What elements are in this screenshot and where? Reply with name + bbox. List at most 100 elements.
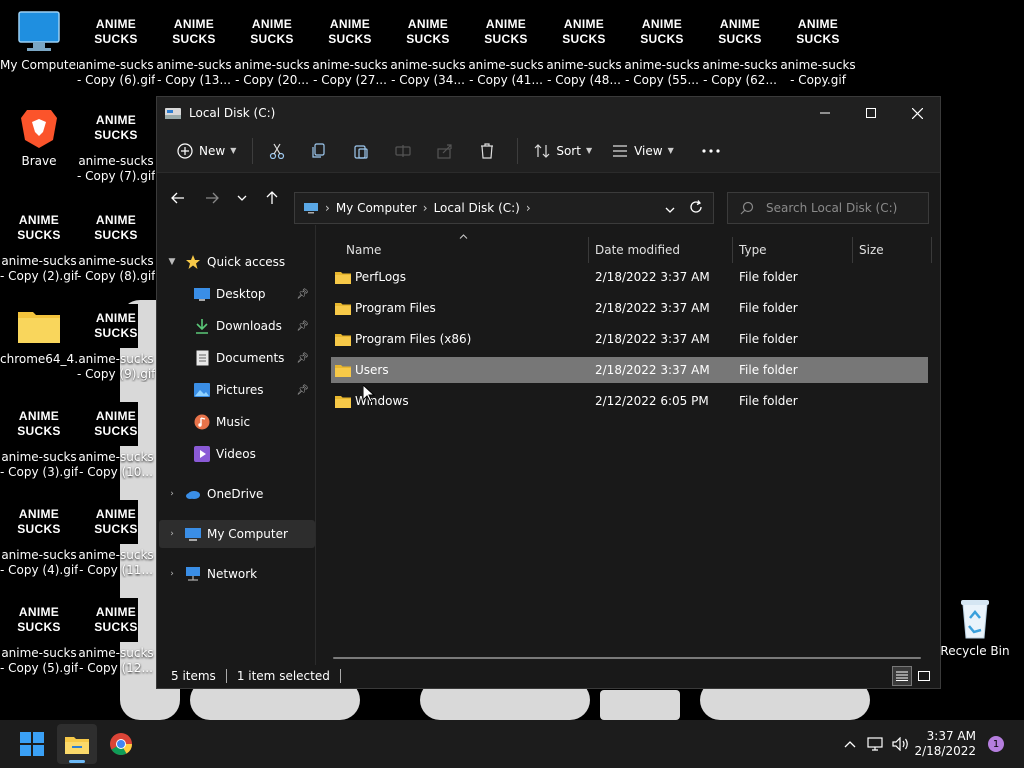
desktop-gif-file[interactable]: ANIME SUCKS anime-sucks - Copy (48... <box>545 10 623 88</box>
column-header-date[interactable]: Date modified <box>595 239 680 261</box>
desktop-gif-file[interactable]: ANIME SUCKS anime-sucks - Copy (4).gif <box>0 500 78 578</box>
desktop-icon-label: anime-sucks <box>78 154 154 168</box>
address-bar[interactable]: › My Computer › Local Disk (C:) › <box>294 192 714 224</box>
share-button[interactable] <box>427 135 469 167</box>
new-button[interactable]: New ▼ <box>167 135 246 167</box>
column-header-size[interactable]: Size <box>859 239 884 261</box>
desktop-gif-file[interactable]: ANIME SUCKS anime-sucks - Copy (13... <box>155 10 233 88</box>
nav-item-music[interactable]: Music <box>157 408 313 436</box>
anime-sucks-thumbnail-icon: ANIME SUCKS <box>94 106 138 150</box>
tiles-view-button[interactable] <box>914 666 934 686</box>
refresh-button[interactable] <box>689 200 703 217</box>
column-header-name[interactable]: Name <box>346 239 381 261</box>
pin-icon[interactable]: 📌︎ <box>296 385 309 396</box>
desktop-recycle-bin[interactable]: Recycle Bin <box>936 596 1014 659</box>
thumbnail-text: SUCKS <box>94 128 138 142</box>
clock[interactable]: 3:37 AM 2/18/2022 <box>914 729 976 759</box>
thumbnail-text: ANIME <box>95 605 137 619</box>
address-dropdown-button[interactable] <box>665 202 675 216</box>
copy-button[interactable] <box>301 135 343 167</box>
more-options-button[interactable] <box>692 135 736 167</box>
pin-icon[interactable]: 📌︎ <box>296 353 309 364</box>
desktop-brave[interactable]: Brave <box>0 106 78 169</box>
show-hidden-icons-button[interactable] <box>838 740 862 748</box>
nav-item-downloads[interactable]: Downloads 📌︎ <box>157 312 313 340</box>
refresh-icon <box>690 200 702 213</box>
nav-item-videos[interactable]: Videos <box>157 440 313 468</box>
breadcrumb-my-computer[interactable]: My Computer <box>336 201 417 215</box>
desktop-gif-file[interactable]: ANIME SUCKS anime-sucks - Copy (34... <box>389 10 467 88</box>
thumbnail-text: SUCKS <box>484 32 528 46</box>
taskbar-file-explorer[interactable] <box>57 724 97 764</box>
forward-button[interactable] <box>197 183 227 213</box>
file-date-modified: 2/12/2022 6:05 PM <box>595 394 709 408</box>
desktop-gif-file[interactable]: ANIME SUCKS anime-sucks - Copy (10... <box>77 402 155 480</box>
file-row-program-files-x86-[interactable]: Program Files (x86) 2/18/2022 3:37 AM File… <box>331 326 928 352</box>
arrow-up-icon <box>266 191 278 204</box>
horizontal-scrollbar[interactable] <box>333 657 921 659</box>
desktop-gif-file[interactable]: ANIME SUCKS anime-sucks - Copy (7).gif <box>77 106 155 184</box>
desktop-gif-file[interactable]: ANIME SUCKS anime-sucks - Copy (55... <box>623 10 701 88</box>
file-type: File folder <box>739 270 798 284</box>
sort-button[interactable]: Sort ▼ <box>524 135 602 167</box>
desktop-my-computer[interactable]: My Computer <box>0 10 78 73</box>
close-button[interactable] <box>894 97 940 129</box>
details-view-button[interactable] <box>892 666 912 686</box>
desktop-gif-file[interactable]: ANIME SUCKS anime-sucks - Copy (8).gif <box>77 206 155 284</box>
sort-button-label: Sort <box>556 143 581 158</box>
nav-item-documents[interactable]: Documents 📌︎ <box>157 344 313 372</box>
file-row-windows[interactable]: Windows 2/12/2022 6:05 PM File folder <box>331 388 928 414</box>
ellipsis-icon <box>702 148 720 153</box>
pin-icon[interactable]: 📌︎ <box>296 289 309 300</box>
view-button[interactable]: View ▼ <box>602 135 684 167</box>
title-bar[interactable]: Local Disk (C:) <box>157 97 940 129</box>
nav-my-computer[interactable]: › My Computer <box>159 520 315 548</box>
nav-item-desktop[interactable]: Desktop 📌︎ <box>157 280 313 308</box>
delete-button[interactable] <box>469 135 511 167</box>
desktop-gif-file[interactable]: ANIME SUCKS anime-sucks - Copy (3).gif <box>0 402 78 480</box>
anime-sucks-thumbnail-icon: ANIME SUCKS <box>796 10 840 54</box>
file-row-perflogs[interactable]: PerfLogs 2/18/2022 3:37 AM File folder <box>331 264 928 290</box>
nav-onedrive[interactable]: › OneDrive <box>157 480 313 508</box>
desktop-gif-file[interactable]: ANIME SUCKS anime-sucks - Copy (5).gif <box>0 598 78 676</box>
taskbar-chrome[interactable] <box>101 724 141 764</box>
desktop-gif-file[interactable]: ANIME SUCKS anime-sucks - Copy (6).gif <box>77 10 155 88</box>
search-input[interactable]: Search Local Disk (C:) <box>727 192 929 224</box>
nav-item-pictures[interactable]: Pictures 📌︎ <box>157 376 313 404</box>
cut-button[interactable] <box>259 135 301 167</box>
notification-badge[interactable]: 1 <box>988 736 1004 752</box>
file-date-modified: 2/18/2022 3:37 AM <box>595 270 710 284</box>
start-button[interactable] <box>12 724 52 764</box>
toolbar-separator <box>517 137 519 164</box>
desktop-gif-file[interactable]: ANIME SUCKS anime-sucks - Copy (9).gif <box>77 304 155 382</box>
pin-icon[interactable]: 📌︎ <box>296 321 309 332</box>
column-header-type[interactable]: Type <box>739 239 767 261</box>
thumbnail-text: SUCKS <box>94 228 138 242</box>
back-button[interactable] <box>163 183 193 213</box>
desktop-gif-file[interactable]: ANIME SUCKS anime-sucks - Copy (20... <box>233 10 311 88</box>
file-row-users[interactable]: Users 2/18/2022 3:37 AM File folder <box>331 357 928 383</box>
desktop-gif-file[interactable]: ANIME SUCKS anime-sucks - Copy (27... <box>311 10 389 88</box>
desktop-chrome-folder[interactable]: chrome64_4... <box>0 304 78 367</box>
paste-button[interactable] <box>343 135 385 167</box>
volume-button[interactable] <box>888 737 914 751</box>
rename-button[interactable] <box>385 135 427 167</box>
breadcrumb-local-disk[interactable]: Local Disk (C:) <box>434 201 520 215</box>
recent-locations-button[interactable] <box>227 183 257 213</box>
minimize-button[interactable] <box>802 97 848 129</box>
maximize-button[interactable] <box>848 97 894 129</box>
desktop-gif-file[interactable]: ANIME SUCKS anime-sucks - Copy (11... <box>77 500 155 578</box>
network-status-button[interactable] <box>862 737 888 751</box>
nav-quick-access[interactable]: ▼ Quick access <box>157 248 313 276</box>
desktop-gif-file[interactable]: ANIME SUCKS anime-sucks - Copy.gif <box>779 10 857 88</box>
desktop-gif-file[interactable]: ANIME SUCKS anime-sucks - Copy (2).gif <box>0 206 78 284</box>
up-button[interactable] <box>257 183 287 213</box>
anime-sucks-thumbnail-icon: ANIME SUCKS <box>94 500 138 544</box>
chevron-down-icon <box>237 195 247 201</box>
desktop-gif-file[interactable]: ANIME SUCKS anime-sucks - Copy (12... <box>77 598 155 676</box>
nav-network[interactable]: › Network <box>159 560 315 588</box>
desktop-gif-file[interactable]: ANIME SUCKS anime-sucks - Copy (62... <box>701 10 779 88</box>
desktop-gif-file[interactable]: ANIME SUCKS anime-sucks - Copy (41... <box>467 10 545 88</box>
file-row-program-files[interactable]: Program Files 2/18/2022 3:37 AM File folde… <box>331 295 928 321</box>
downloads-icon <box>194 318 210 334</box>
